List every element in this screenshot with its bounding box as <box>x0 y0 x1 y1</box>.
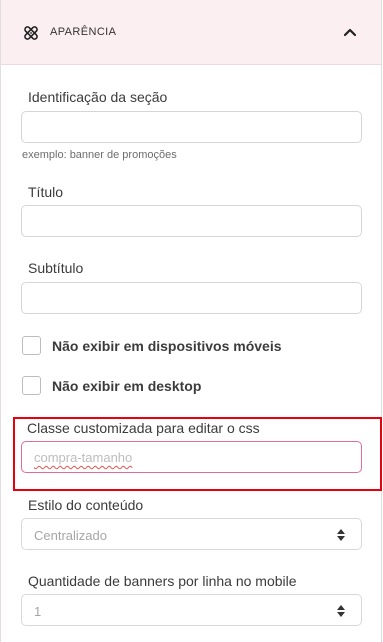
estilo-select[interactable]: Centralizado <box>21 518 362 550</box>
subtitulo-label: Subtítulo <box>28 260 84 276</box>
hide-desktop-label: Não exibir em desktop <box>52 378 202 394</box>
hide-desktop-checkbox[interactable] <box>22 376 41 395</box>
identificacao-hint: exemplo: banner de promoções <box>22 149 177 161</box>
chevron-up-icon[interactable] <box>342 26 358 38</box>
css-class-label: Classe customizada para editar o css <box>27 420 260 436</box>
estilo-selected: Centralizado <box>34 528 107 543</box>
select-arrows-icon <box>337 605 345 617</box>
banners-mobile-select[interactable]: 1 <box>21 594 362 626</box>
css-class-input[interactable]: compra-tamanho <box>21 441 362 473</box>
estilo-label: Estilo do conteúdo <box>28 497 144 513</box>
css-class-value: compra-tamanho <box>34 450 133 465</box>
section-header[interactable]: APARÊNCIA <box>1 0 381 65</box>
titulo-input[interactable] <box>21 205 362 237</box>
identificacao-input[interactable] <box>21 111 362 143</box>
section-title: APARÊNCIA <box>50 26 117 38</box>
identificacao-label: Identificação da seção <box>28 89 168 105</box>
select-arrows-icon <box>337 529 345 541</box>
hide-mobile-label: Não exibir em dispositivos móveis <box>52 338 282 354</box>
titulo-label: Título <box>28 184 64 200</box>
subtitulo-input[interactable] <box>21 282 362 314</box>
banners-mobile-label: Quantidade de banners por linha no mobil… <box>28 573 297 589</box>
crossed-tools-icon <box>24 26 38 40</box>
hide-mobile-checkbox[interactable] <box>22 336 41 355</box>
banners-mobile-selected: 1 <box>34 604 42 619</box>
appearance-panel: APARÊNCIA Identificação da seção exemplo… <box>0 0 382 642</box>
